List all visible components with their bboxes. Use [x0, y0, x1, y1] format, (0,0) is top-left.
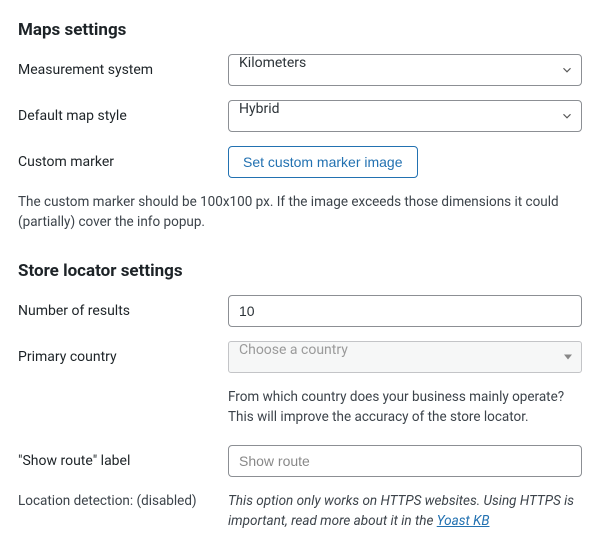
custom-marker-label: Custom marker: [18, 154, 228, 170]
measurement-system-select[interactable]: Kilometers: [228, 54, 582, 86]
measurement-system-label: Measurement system: [18, 62, 228, 78]
default-map-style-label: Default map style: [18, 108, 228, 124]
set-custom-marker-button[interactable]: Set custom marker image: [228, 146, 418, 178]
location-detection-label: Location detection: (disabled): [18, 491, 228, 509]
yoast-kb-link[interactable]: Yoast KB: [437, 513, 490, 529]
maps-settings-heading: Maps settings: [18, 20, 582, 40]
primary-country-select[interactable]: Choose a country: [228, 341, 582, 373]
store-locator-heading: Store locator settings: [18, 261, 582, 281]
show-route-label: "Show route" label: [18, 453, 228, 469]
primary-country-help-text: From which country does your business ma…: [228, 387, 582, 428]
location-detection-note-text: This option only works on HTTPS websites…: [228, 493, 574, 529]
show-route-input[interactable]: [228, 445, 582, 477]
default-map-style-select[interactable]: Hybrid: [228, 100, 582, 132]
number-of-results-label: Number of results: [18, 303, 228, 319]
number-of-results-input[interactable]: [228, 295, 582, 327]
location-detection-note: This option only works on HTTPS websites…: [228, 491, 582, 532]
custom-marker-help-text: The custom marker should be 100x100 px. …: [18, 192, 582, 233]
primary-country-label: Primary country: [18, 349, 228, 365]
